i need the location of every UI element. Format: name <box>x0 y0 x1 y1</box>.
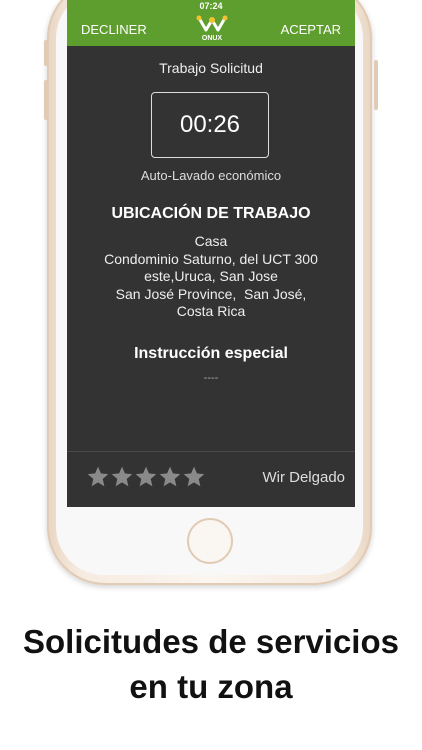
phone-power-button <box>374 60 378 110</box>
logo-text: ONUX <box>201 35 223 42</box>
client-name: Wir Delgado <box>262 469 345 486</box>
address-line: Condominio Saturno, del UCT 300 <box>104 250 318 267</box>
promo-caption: Solicitudes de servicios en tu zona <box>0 619 422 709</box>
instructions-text: ---- <box>203 372 219 384</box>
star-icon <box>159 466 181 487</box>
service-name: Auto-Lavado económico <box>140 168 282 183</box>
location-heading: UBICACIÓN DE TRABAJO <box>111 205 311 222</box>
request-title: Trabajo Solicitud <box>159 60 263 76</box>
caption-line-1: Solicitudes de servicios <box>23 623 399 660</box>
countdown-timer: 00:26 <box>151 92 269 158</box>
accept-button[interactable]: ACEPTAR <box>281 22 341 37</box>
phone-side-button <box>44 40 48 66</box>
app-screen: 07:24 DECLINER ONUX ACEPTAR Trabajo Soli… <box>67 0 355 507</box>
address-line: Casa <box>194 233 228 249</box>
star-icon <box>135 466 157 487</box>
home-button[interactable] <box>187 518 233 564</box>
top-bar: 07:24 DECLINER ONUX ACEPTAR <box>67 0 355 46</box>
star-icon <box>87 466 109 487</box>
phone-volume-button <box>44 80 48 120</box>
client-rating <box>87 466 207 490</box>
decline-button[interactable]: DECLINER <box>81 22 147 37</box>
logo-mark-icon <box>196 15 228 32</box>
address-line: San José Province, San José, <box>115 285 307 302</box>
caption-line-2: en tu zona <box>129 668 293 705</box>
timer-value: 00:26 <box>179 111 241 138</box>
location-address: Casa Condominio Saturno, del UCT 300 est… <box>67 233 355 321</box>
address-line: Costa Rica <box>176 303 246 319</box>
star-icon <box>111 466 133 487</box>
instructions-heading: Instrucción especial <box>134 345 288 362</box>
address-line: este,Uruca, San Jose <box>144 268 278 284</box>
onux-logo: ONUX <box>196 10 228 46</box>
star-icon <box>183 466 205 487</box>
divider <box>67 451 355 452</box>
